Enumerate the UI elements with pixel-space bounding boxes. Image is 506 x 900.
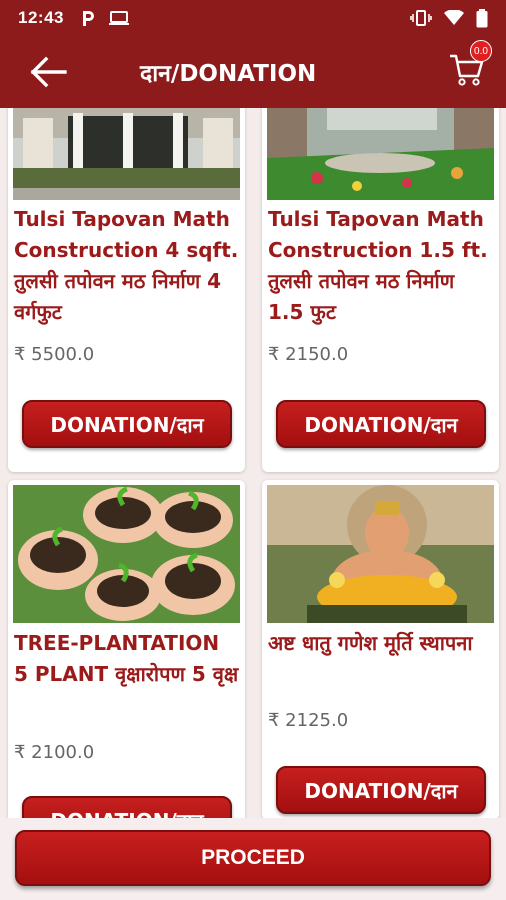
parking-icon — [82, 11, 94, 26]
product-grid: Tulsi Tapovan Math Construction 4 sqft. … — [0, 108, 506, 818]
product-price: ₹ 2100.0 — [14, 742, 95, 763]
hands-holding-saplings-image — [13, 485, 240, 623]
garden-courtyard-image — [267, 108, 494, 200]
product-title: Tulsi Tapovan Math Construction 1.5 ft. … — [268, 207, 488, 324]
status-left-icons — [80, 9, 130, 27]
product-card: TREE-PLANTATION 5 PLANT वृक्षारोपण 5 वृक… — [8, 480, 245, 818]
product-card: Tulsi Tapovan Math Construction 4 sqft. … — [8, 108, 245, 472]
cart-count-badge: 0.0 — [470, 40, 492, 62]
donation-button[interactable]: DONATION/दान — [22, 400, 232, 448]
product-price: ₹ 5500.0 — [14, 344, 95, 365]
status-time: 12:43 — [18, 8, 64, 27]
page-title: दान/DONATION — [140, 61, 317, 87]
vibrate-icon — [410, 10, 432, 26]
product-card: अष्ट धातु गणेश मूर्ति स्थापना ₹ 2125.0 D… — [262, 480, 499, 818]
back-button[interactable] — [16, 36, 80, 108]
battery-icon — [476, 8, 488, 27]
donation-button[interactable]: DONATION/दान — [276, 400, 486, 448]
cart-button[interactable]: 0.0 — [448, 40, 492, 96]
donation-button[interactable]: DONATION/दान — [276, 766, 486, 814]
product-card: Tulsi Tapovan Math Construction 1.5 ft. … — [262, 108, 499, 472]
status-bar: 12:43 — [0, 0, 506, 36]
bottom-bar: PROCEED — [0, 818, 506, 900]
product-price: ₹ 2125.0 — [268, 710, 349, 731]
temple-gate-image — [13, 108, 240, 200]
app-bar: दान/DONATION 0.0 — [0, 36, 506, 108]
product-title: अष्ट धातु गणेश मूर्ति स्थापना — [268, 631, 473, 655]
arrow-left-icon — [30, 56, 67, 88]
status-right-icons — [410, 8, 488, 28]
product-title: TREE-PLANTATION 5 PLANT वृक्षारोपण 5 वृक… — [14, 631, 239, 686]
proceed-button[interactable]: PROCEED — [15, 830, 491, 886]
laptop-icon — [108, 11, 129, 25]
product-price: ₹ 2150.0 — [268, 344, 349, 365]
donation-button[interactable]: DONATION/दान — [22, 796, 232, 818]
product-title: Tulsi Tapovan Math Construction 4 sqft. … — [14, 207, 239, 324]
ganesha-idol-image — [267, 485, 494, 623]
wifi-icon — [444, 10, 464, 25]
